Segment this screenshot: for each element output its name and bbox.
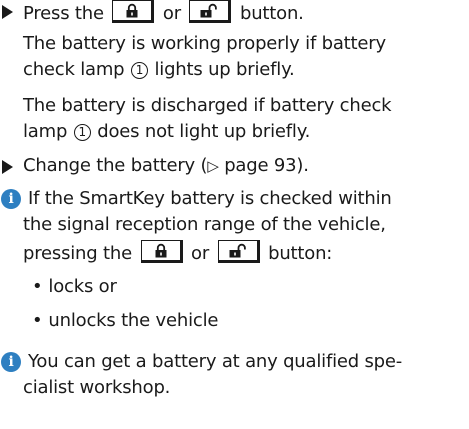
step-press-button: Press the or button. bbox=[23, 0, 304, 25]
list-item: unlocks the vehicle bbox=[32, 310, 218, 332]
result-discharged-line2: lamp 1 does not light up briefly. bbox=[23, 121, 311, 142]
list-item: locks or bbox=[32, 276, 116, 298]
note1-line1: If the SmartKey battery is checked withi… bbox=[28, 188, 392, 209]
info-icon: i bbox=[1, 352, 21, 372]
lamp-number-badge: 1 bbox=[130, 61, 148, 79]
note1-line2: the signal reception range of the vehicl… bbox=[23, 214, 386, 235]
step-arrow-icon bbox=[2, 5, 13, 19]
note2-line2: cialist workshop. bbox=[23, 377, 171, 398]
result-ok-line2: check lamp 1 lights up briefly. bbox=[23, 59, 295, 80]
note2-line1: You can get a battery at any qualified s… bbox=[28, 351, 403, 372]
unlock-button-icon bbox=[189, 0, 232, 23]
result-discharged-line1: The battery is discharged if battery che… bbox=[23, 95, 392, 116]
lock-button-icon bbox=[140, 240, 183, 263]
step-arrow-icon bbox=[2, 160, 13, 174]
lamp-number-badge: 1 bbox=[73, 123, 91, 141]
info-icon: i bbox=[1, 189, 21, 209]
unlock-button-icon bbox=[217, 240, 260, 263]
lock-button-icon bbox=[112, 0, 155, 23]
result-ok-line1: The battery is working properly if batte… bbox=[23, 33, 386, 54]
step-change-battery: Change the battery (▷ page 93). bbox=[23, 155, 309, 176]
page-reference-icon: ▷ bbox=[207, 157, 219, 175]
page-reference-link[interactable]: page 93). bbox=[219, 155, 309, 176]
note1-line3: pressing the or button: bbox=[23, 240, 332, 265]
